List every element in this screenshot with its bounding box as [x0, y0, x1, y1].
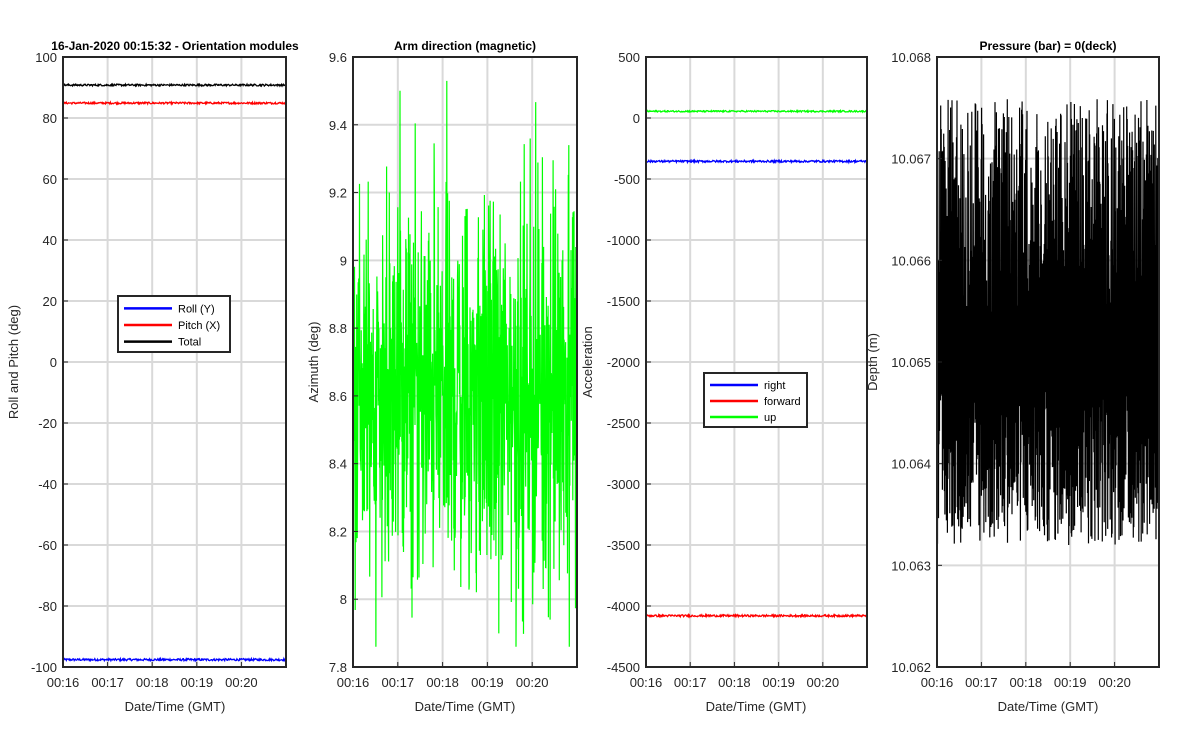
y-tick-label: -4000 — [607, 599, 640, 614]
y-tick-label: 10.063 — [891, 558, 931, 573]
x-tick-label: 00:20 — [807, 675, 840, 690]
legend-label: forward — [764, 396, 801, 408]
x-tick-label: 00:18 — [1010, 675, 1043, 690]
legend-label: Pitch (X) — [178, 320, 220, 332]
x-tick-label: 00:16 — [337, 675, 370, 690]
y-tick-label: 0 — [633, 111, 640, 126]
x-axis-label: Date/Time (GMT) — [998, 699, 1099, 714]
y-tick-label: 40 — [43, 233, 57, 248]
y-tick-label: -3500 — [607, 538, 640, 553]
y-tick-label: 10.066 — [891, 253, 931, 268]
chart-title: Pressure (bar) = 0(deck) — [979, 39, 1116, 53]
legend: Roll (Y) Pitch (X) Total — [117, 295, 231, 353]
legend-label: Roll (Y) — [178, 303, 215, 315]
chart-title: 16-Jan-2020 00:15:32 - Orientation modul… — [51, 39, 299, 53]
x-tick-label: 00:17 — [965, 675, 998, 690]
y-tick-label: 8.8 — [329, 321, 347, 336]
y-tick-label: 8.4 — [329, 457, 347, 472]
y-tick-label: 100 — [35, 50, 57, 65]
y-tick-label: -20 — [38, 416, 57, 431]
y-tick-label: 7.8 — [329, 660, 347, 675]
y-tick-label: 0 — [50, 355, 57, 370]
chart-title: Arm direction (magnetic) — [394, 39, 536, 53]
y-tick-label: -2000 — [607, 355, 640, 370]
x-tick-label: 00:17 — [382, 675, 415, 690]
x-tick-label: 00:16 — [47, 675, 80, 690]
x-tick-label: 00:20 — [225, 675, 258, 690]
y-tick-label: 8.2 — [329, 524, 347, 539]
y-tick-label: 20 — [43, 294, 57, 309]
y-tick-label: 8 — [340, 592, 347, 607]
x-axis-label: Date/Time (GMT) — [125, 699, 226, 714]
x-tick-label: 00:18 — [136, 675, 169, 690]
y-tick-label: -1500 — [607, 294, 640, 309]
legend-label: Total — [178, 337, 201, 349]
x-tick-label: 00:19 — [762, 675, 795, 690]
y-tick-label: 60 — [43, 172, 57, 187]
x-tick-label: 00:20 — [1098, 675, 1131, 690]
y-axis-label: Roll and Pitch (deg) — [6, 305, 21, 419]
x-tick-label: 00:19 — [181, 675, 214, 690]
y-tick-label: -80 — [38, 599, 57, 614]
x-axis-label: Date/Time (GMT) — [415, 699, 516, 714]
x-tick-label: 00:20 — [516, 675, 549, 690]
y-tick-label: -40 — [38, 477, 57, 492]
y-tick-label: 10.062 — [891, 660, 931, 675]
x-tick-label: 00:18 — [718, 675, 751, 690]
legend: right forward up — [703, 372, 808, 428]
y-tick-label: 500 — [618, 50, 640, 65]
y-tick-label: 9.2 — [329, 186, 347, 201]
x-tick-label: 00:17 — [674, 675, 707, 690]
y-tick-label: -500 — [614, 172, 640, 187]
x-tick-label: 00:19 — [471, 675, 504, 690]
y-axis-label: Azimuth (deg) — [306, 322, 321, 403]
x-axis-label: Date/Time (GMT) — [706, 699, 807, 714]
figure: 16-Jan-2020 00:15:32 - Orientation modul… — [0, 0, 1200, 750]
x-tick-label: 00:18 — [426, 675, 459, 690]
y-tick-label: 10.067 — [891, 152, 931, 167]
y-tick-label: -4500 — [607, 660, 640, 675]
x-tick-label: 00:19 — [1054, 675, 1087, 690]
legend-label: right — [764, 380, 785, 392]
y-tick-label: -2500 — [607, 416, 640, 431]
y-tick-label: -100 — [31, 660, 57, 675]
y-axis-label: Acceleration — [580, 326, 595, 398]
y-tick-label: -3000 — [607, 477, 640, 492]
x-tick-label: 00:17 — [91, 675, 124, 690]
series-line-2 — [645, 108, 868, 114]
legend-label: up — [764, 412, 776, 424]
y-tick-label: 10.065 — [891, 355, 931, 370]
x-tick-label: 00:16 — [630, 675, 663, 690]
y-tick-label: 80 — [43, 111, 57, 126]
series-line-0 — [645, 158, 868, 165]
y-tick-label: 10.064 — [891, 457, 931, 472]
y-axis-label: Depth (m) — [865, 333, 880, 391]
y-tick-label: 9 — [340, 253, 347, 268]
y-tick-label: 9.6 — [329, 50, 347, 65]
y-tick-label: 9.4 — [329, 118, 347, 133]
y-tick-label: 10.068 — [891, 50, 931, 65]
x-tick-label: 00:16 — [921, 675, 954, 690]
y-tick-label: -1000 — [607, 233, 640, 248]
y-tick-label: -60 — [38, 538, 57, 553]
y-tick-label: 8.6 — [329, 389, 347, 404]
